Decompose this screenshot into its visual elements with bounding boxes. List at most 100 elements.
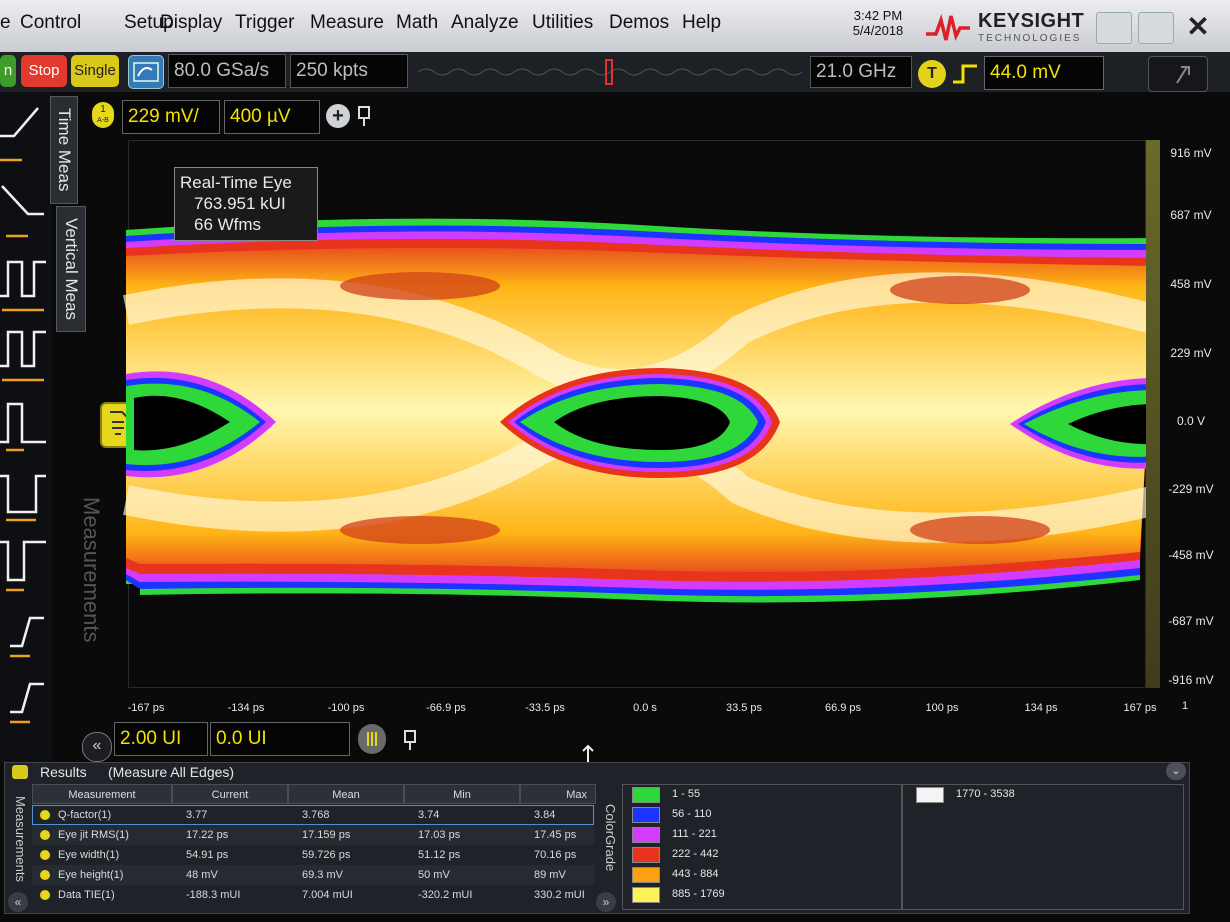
eye-info-box[interactable]: Real-Time Eye 763.951 kUI 66 Wfms [174, 167, 318, 241]
table-row[interactable]: Data TIE(1) -188.3 mUI 7.004 mUI -320.2 … [32, 885, 594, 905]
column-header[interactable]: Measurement [32, 784, 172, 804]
colorgrade-swatch [632, 787, 660, 803]
single-button[interactable]: Single [71, 55, 119, 87]
x-tick-label: -134 ps [227, 702, 265, 714]
frequency-icon [0, 330, 46, 368]
trigger-level-field[interactable]: 44.0 mV [984, 56, 1104, 90]
trigger-badge[interactable]: T [918, 60, 946, 88]
menu-item-math[interactable]: Math [396, 12, 438, 34]
menu-item-measure[interactable]: Measure [310, 12, 384, 34]
colorgrade-legend-right [902, 784, 1184, 910]
pin-icon[interactable] [354, 104, 374, 128]
x-tick-label: 66.9 ps [824, 702, 862, 714]
measurement-current: 48 mV [186, 869, 218, 881]
measurement-current: 54.91 ps [186, 849, 229, 861]
clock-date: 5/4/2018 [852, 23, 904, 38]
measurement-name: Eye height(1) [58, 869, 124, 881]
x-tick-label: 100 ps [925, 702, 959, 714]
y-tick-label: -229 mV [1168, 482, 1214, 496]
column-header[interactable]: Mean [288, 784, 404, 804]
colorgrade-swatch [632, 867, 660, 883]
colorgrade-swatch [632, 807, 660, 823]
results-left-button[interactable]: « [8, 892, 28, 912]
tab-vertical-meas[interactable]: Vertical Meas [56, 206, 86, 332]
table-row[interactable]: Q-factor(1) 3.77 3.768 3.74 3.84 [32, 805, 594, 825]
horizontal-knob-button[interactable] [358, 724, 386, 754]
measurement-icons[interactable] [0, 96, 52, 736]
menu-item-help[interactable]: Help [682, 12, 721, 34]
x-tick-label: 134 ps [1024, 702, 1058, 714]
add-channel-button[interactable]: + [326, 104, 350, 128]
restore-button[interactable] [1138, 12, 1174, 44]
channel-badge[interactable]: 1 A-B [92, 102, 114, 128]
fall-time-icon [1, 185, 44, 216]
menu-item-analyze[interactable]: Analyze [451, 12, 519, 34]
rising-edge-icon[interactable] [950, 60, 980, 88]
period-icon [0, 260, 46, 298]
x-tick-label: -66.9 ps [426, 702, 466, 714]
menu-bar: e Control Setup Display Trigger Measure … [0, 0, 1230, 52]
menu-item-control[interactable]: Control [20, 12, 81, 34]
menu-item-utilities[interactable]: Utilities [532, 12, 593, 34]
column-header[interactable]: Min [404, 784, 520, 804]
trigger-position-overview[interactable] [414, 58, 806, 86]
measurement-name: Eye width(1) [58, 849, 120, 861]
collapse-results-button[interactable]: ⌄ [1166, 762, 1186, 780]
duty-cycle-icon [0, 540, 46, 582]
hold-time-icon [10, 682, 44, 714]
measurement-mean: 7.004 mUI [302, 889, 353, 901]
colorgrade-range: 1 - 55 [672, 788, 701, 800]
run-button[interactable]: n [0, 55, 16, 87]
horizontal-pin-icon[interactable] [400, 728, 420, 752]
clock: 3:42 PM 5/4/2018 [838, 8, 918, 38]
measurement-min: 3.74 [418, 809, 440, 821]
sample-rate-field[interactable]: 80.0 GSa/s [168, 54, 286, 88]
channel-dot-icon [40, 870, 50, 880]
results-subtitle: (Measure All Edges) [108, 764, 235, 780]
eye-info-title: Real-Time Eye [180, 173, 292, 192]
menu-item-demos[interactable]: Demos [609, 12, 669, 34]
column-header[interactable]: Current [172, 784, 288, 804]
x-tick-label: 0.0 s [633, 702, 657, 714]
menu-item-run[interactable]: e [0, 12, 11, 34]
colorgrade-expand-button[interactable]: » [596, 892, 616, 912]
close-button[interactable]: ✕ [1178, 10, 1218, 44]
bandwidth-field[interactable]: 21.0 GHz [810, 56, 912, 88]
measurement-mean: 17.159 ps [302, 829, 351, 841]
vertical-offset-field[interactable]: 400 µV [224, 100, 320, 134]
channel-dot-icon [40, 830, 50, 840]
tab-time-meas[interactable]: Time Meas [50, 96, 78, 204]
measurement-max: 70.16 ps [534, 849, 577, 861]
horizontal-position-field[interactable]: 0.0 UI [210, 722, 350, 756]
trigger-marker-icon [605, 59, 613, 85]
results-grid-icon [12, 765, 28, 779]
horizontal-scale-field[interactable]: 2.00 UI [114, 722, 208, 756]
autoscale-button[interactable] [128, 55, 164, 89]
setup-time-icon [10, 616, 44, 648]
column-header[interactable]: Max [520, 784, 596, 804]
x-tick-label: -100 ps [327, 702, 365, 714]
channel-badge-sub: A-B [97, 117, 109, 124]
keysight-logo-icon [926, 13, 970, 42]
x-tick-label: -167 ps [127, 702, 165, 714]
y-tick-label: 458 mV [1170, 277, 1212, 291]
vertical-scale-field[interactable]: 229 mV/ [122, 100, 220, 134]
brand-name: KEYSIGHT [978, 10, 1085, 32]
touch-button[interactable] [1148, 56, 1208, 92]
table-row[interactable]: Eye width(1) 54.91 ps 59.726 ps 51.12 ps… [32, 845, 594, 865]
measurement-name: Eye jit RMS(1) [58, 829, 129, 841]
table-row[interactable]: Eye jit RMS(1) 17.22 ps 17.159 ps 17.03 … [32, 825, 594, 845]
memory-depth-field[interactable]: 250 kpts [290, 54, 408, 88]
measurements-watermark: Measurements [79, 497, 104, 643]
menu-item-trigger[interactable]: Trigger [235, 12, 294, 34]
plus-icon: + [332, 105, 344, 127]
minimize-button[interactable] [1096, 12, 1132, 44]
stop-button[interactable]: Stop [21, 55, 67, 87]
y-tick-label: -916 mV [1168, 673, 1214, 687]
collapse-left-button[interactable]: « [82, 732, 112, 762]
y-tick-label: 229 mV [1170, 346, 1212, 360]
table-row[interactable]: Eye height(1) 48 mV 69.3 mV 50 mV 89 mV [32, 865, 594, 885]
menu-item-display[interactable]: Display [160, 12, 222, 34]
results-side-label: Measurements [13, 796, 28, 882]
measurement-mean: 69.3 mV [302, 869, 343, 881]
